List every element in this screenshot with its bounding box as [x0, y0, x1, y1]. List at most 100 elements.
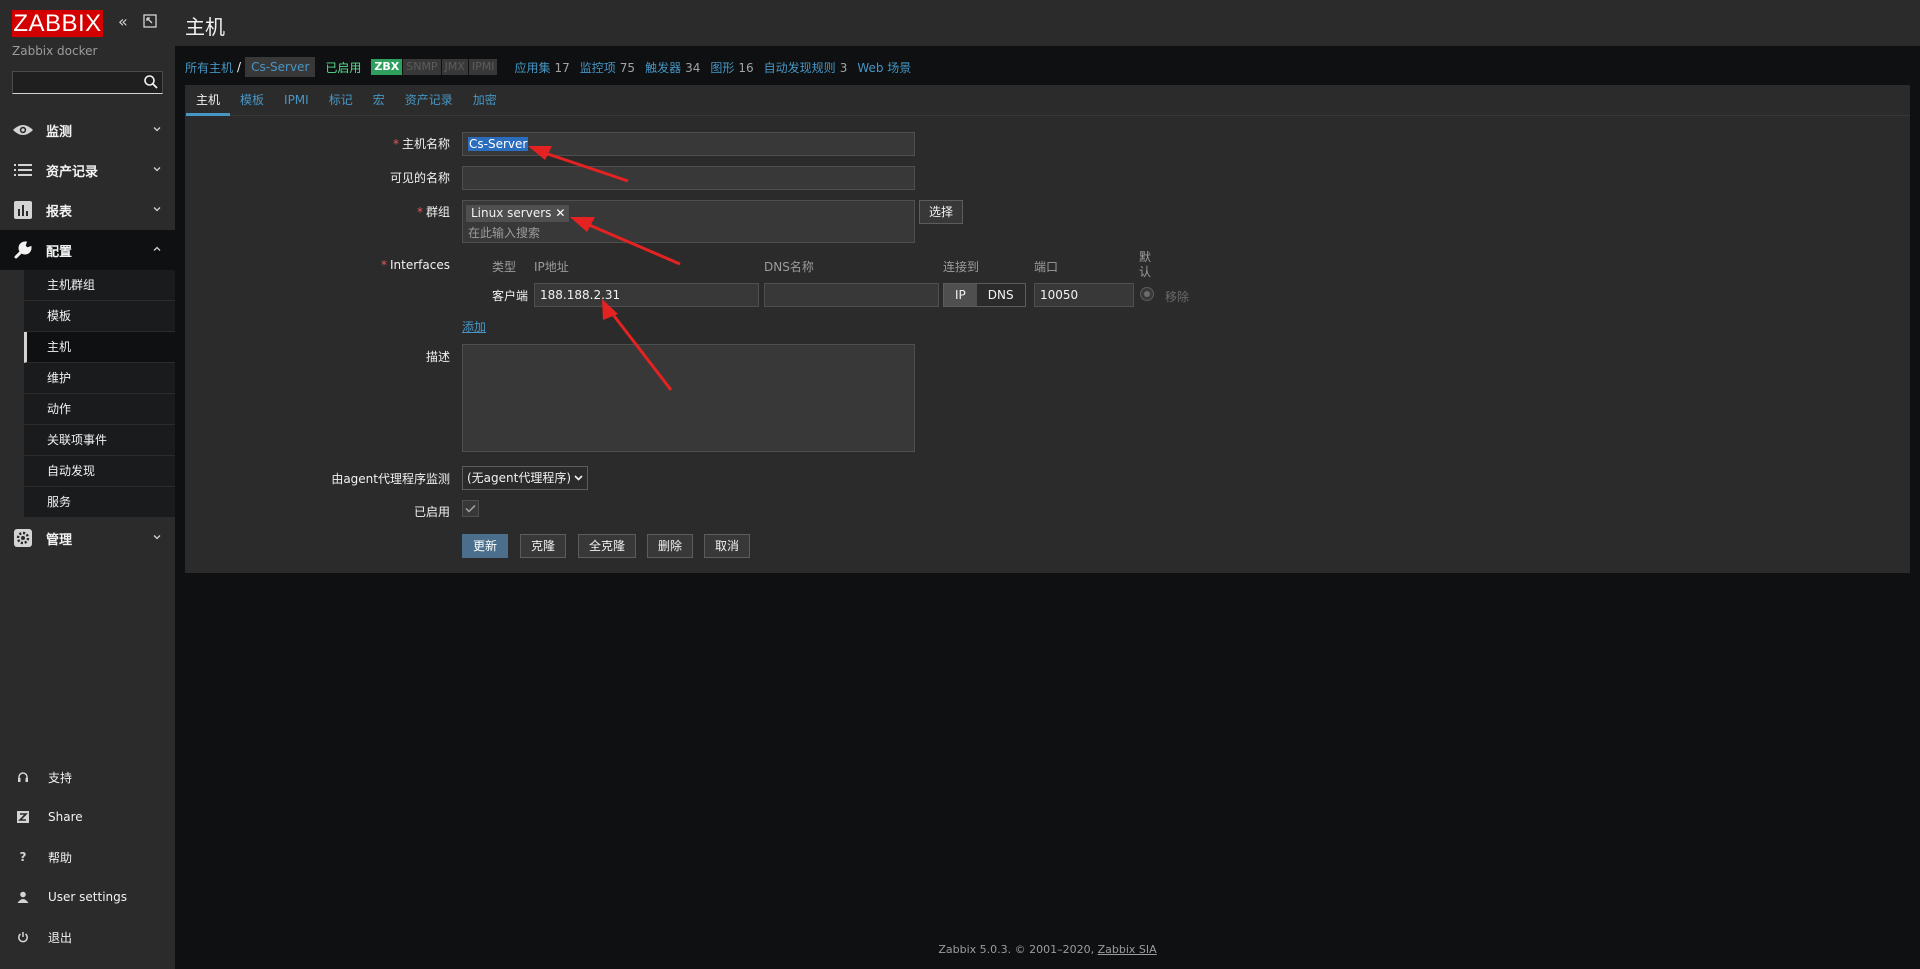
interface-type: 客户端 — [492, 289, 529, 303]
eye-icon — [12, 119, 34, 141]
host-form-panel: 主机 模板 IPMI 标记 宏 资产记录 加密 * 主机名称 Cs-Server … — [185, 85, 1910, 573]
menu-help[interactable]: ? 帮助 — [0, 837, 175, 877]
proxy-select[interactable]: (无agent代理程序) — [462, 466, 588, 490]
if-header-ip: IP地址 — [534, 260, 569, 274]
clone-button[interactable]: 克隆 — [520, 534, 567, 558]
submenu-actions[interactable]: 动作 — [24, 394, 175, 425]
host-tabs: 主机 模板 IPMI 标记 宏 资产记录 加密 — [185, 85, 1910, 116]
main-menu: 监测 资产记录 报表 配置 主机群组 模板 主机 维护 动作 关联项事件 自动发… — [0, 110, 175, 558]
menu-label: 帮助 — [48, 850, 73, 865]
footer-company-link[interactable]: Zabbix SIA — [1098, 943, 1157, 956]
interface-dns-input[interactable] — [764, 283, 939, 307]
enabled-checkbox[interactable] — [462, 500, 479, 517]
link-graphs[interactable]: 图形 16 — [710, 59, 753, 76]
submenu-host-groups[interactable]: 主机群组 — [24, 270, 175, 301]
menu-share[interactable]: Share — [0, 797, 175, 837]
connect-ip-button[interactable]: IP — [944, 284, 977, 306]
submenu-services[interactable]: 服务 — [24, 487, 175, 518]
description-label: 描述 — [425, 350, 450, 364]
zabbix-logo[interactable]: ZABBIX — [12, 10, 103, 37]
availability-jmx-badge: JMX — [441, 59, 468, 75]
interface-port-input[interactable]: 10050 — [1034, 283, 1134, 307]
menu-label: 支持 — [48, 770, 73, 785]
menu-support[interactable]: 支持 — [0, 757, 175, 797]
tab-ipmi[interactable]: IPMI — [274, 85, 319, 116]
proxy-label: 由agent代理程序监测 — [331, 472, 450, 486]
menu-monitoring[interactable]: 监测 — [0, 110, 175, 150]
help-icon: ? — [19, 850, 27, 864]
link-applications[interactable]: 应用集 17 — [514, 59, 569, 76]
power-icon — [16, 930, 30, 944]
connect-dns-button[interactable]: DNS — [977, 284, 1025, 306]
kiosk-mode-icon[interactable] — [143, 14, 157, 31]
breadcrumb-all-hosts[interactable]: 所有主机 — [185, 59, 233, 76]
tab-tags[interactable]: 标记 — [319, 85, 363, 116]
submenu-hosts[interactable]: 主机 — [24, 332, 175, 363]
default-interface-radio[interactable] — [1140, 287, 1154, 301]
link-triggers[interactable]: 触发器 34 — [645, 59, 700, 76]
submenu-discovery[interactable]: 自动发现 — [24, 456, 175, 487]
interface-ip-input[interactable]: 188.188.2.31 — [534, 283, 759, 307]
if-header-dns: DNS名称 — [764, 260, 814, 274]
collapse-sidebar-icon[interactable]: « — [118, 14, 128, 30]
tab-macros[interactable]: 宏 — [363, 85, 395, 116]
tab-templates[interactable]: 模板 — [230, 85, 274, 116]
sidebar-search-input[interactable] — [12, 71, 163, 94]
description-textarea[interactable] — [462, 344, 915, 452]
menu-label: 资产记录 — [46, 164, 99, 180]
menu-administration[interactable]: 管理 — [0, 518, 175, 558]
host-status-enabled[interactable]: 已启用 — [325, 59, 361, 76]
menu-signout[interactable]: 退出 — [0, 917, 175, 957]
cancel-button[interactable]: 取消 — [704, 534, 751, 558]
breadcrumb-current-host[interactable]: Cs-Server — [245, 57, 316, 77]
server-name: Zabbix docker — [12, 44, 98, 58]
host-name-input[interactable]: Cs-Server — [462, 132, 915, 156]
update-button[interactable]: 更新 — [462, 534, 509, 558]
link-items[interactable]: 监控项 75 — [580, 59, 635, 76]
link-label: 触发器 — [645, 60, 682, 75]
remove-group-icon[interactable]: ✕ — [555, 205, 565, 222]
visible-name-input[interactable] — [462, 166, 915, 190]
breadcrumb: 所有主机 / Cs-Server 已启用 ZBX SNMP JMX IPMI 应… — [185, 56, 921, 78]
full-clone-button[interactable]: 全克隆 — [578, 534, 637, 558]
link-web-scenarios[interactable]: Web 场景 — [857, 59, 911, 76]
configuration-submenu: 主机群组 模板 主机 维护 动作 关联项事件 自动发现 服务 — [24, 270, 175, 518]
link-label: 图形 — [710, 60, 735, 75]
user-icon — [16, 890, 30, 904]
link-count: 17 — [554, 60, 570, 75]
chevron-down-icon — [153, 535, 161, 540]
tab-inventory[interactable]: 资产记录 — [395, 85, 463, 116]
submenu-event-correlation[interactable]: 关联项事件 — [24, 425, 175, 456]
tab-host[interactable]: 主机 — [186, 85, 231, 116]
tab-encryption[interactable]: 加密 — [463, 85, 507, 116]
label-text: 主机名称 — [401, 137, 450, 151]
groups-search-input[interactable]: 在此输入搜索 — [468, 224, 540, 241]
list-icon — [12, 159, 34, 181]
required-marker: * — [381, 258, 388, 272]
if-header-type: 类型 — [492, 260, 517, 274]
select-groups-button[interactable]: 选择 — [919, 200, 964, 224]
submenu-maintenance[interactable]: 维护 — [24, 363, 175, 394]
add-interface-link[interactable]: 添加 — [462, 318, 486, 335]
submenu-templates[interactable]: 模板 — [24, 301, 175, 332]
menu-user-settings[interactable]: User settings — [0, 877, 175, 917]
menu-configuration[interactable]: 配置 — [0, 230, 175, 270]
menu-reports[interactable]: 报表 — [0, 190, 175, 230]
page-title: 主机 — [185, 15, 225, 39]
availability-snmp-badge: SNMP — [403, 59, 441, 75]
search-icon[interactable] — [143, 74, 159, 90]
menu-label: 管理 — [46, 532, 73, 548]
proxy-select-value: (无agent代理程序) — [467, 471, 572, 485]
chevron-down-icon — [153, 127, 161, 132]
remove-interface-link[interactable]: 移除 — [1165, 288, 1189, 305]
delete-button[interactable]: 删除 — [647, 534, 694, 558]
footer-copyright: Zabbix 5.0.3. © 2001–2020, — [938, 943, 1098, 956]
enabled-label: 已启用 — [413, 505, 450, 519]
group-chip-label: Linux servers — [471, 206, 552, 220]
connect-to-toggle: IP DNS — [943, 283, 1026, 307]
menu-inventory[interactable]: 资产记录 — [0, 150, 175, 190]
availability-zbx-badge: ZBX — [371, 59, 403, 75]
groups-multiselect[interactable]: Linux servers ✕ 在此输入搜索 — [462, 200, 915, 243]
link-discovery-rules[interactable]: 自动发现规则 3 — [764, 59, 848, 76]
required-marker: * — [416, 205, 423, 219]
